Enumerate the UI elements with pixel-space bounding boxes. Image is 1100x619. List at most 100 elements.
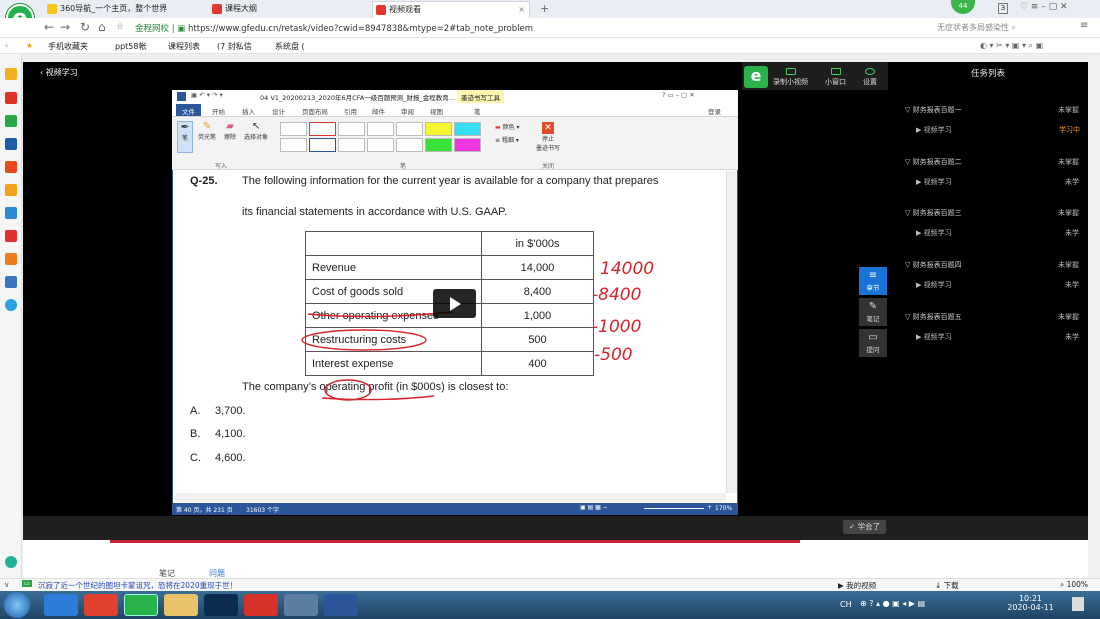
pen-swatch-yellow[interactable] — [425, 122, 452, 136]
tab-layout[interactable]: 页面布局 — [302, 106, 328, 116]
add-icon[interactable] — [5, 556, 17, 568]
pen-swatch[interactable] — [309, 122, 336, 136]
favorites-icon[interactable] — [5, 68, 17, 80]
tab-mailings[interactable]: 邮件 — [372, 106, 385, 116]
horizontal-scrollbar[interactable] — [176, 493, 726, 502]
pen-swatch[interactable] — [396, 122, 423, 136]
tab-home[interactable]: 开始 — [212, 106, 225, 116]
calculator-taskbar-icon[interactable] — [284, 594, 318, 616]
pen-swatch[interactable] — [367, 122, 394, 136]
search-box[interactable]: 无症状者多局感染性 ⌕ — [937, 22, 1016, 33]
pen-swatch-magenta[interactable] — [454, 138, 481, 152]
option-c[interactable]: C. 4,600. — [190, 452, 246, 464]
reload-icon[interactable]: ↻ — [80, 20, 90, 34]
word-taskbar-icon[interactable] — [324, 594, 358, 616]
system-clock[interactable]: 10:21 2020-04-11 — [1003, 594, 1058, 612]
pen-swatch-cyan[interactable] — [454, 122, 481, 136]
mini-window-button[interactable]: 小窗口 — [825, 68, 846, 87]
page-zoom[interactable]: ⌕ 100% — [1060, 580, 1088, 590]
weibo-icon[interactable] — [5, 92, 17, 104]
bookmark-mobile[interactable]: 手机收藏夹 — [48, 41, 88, 52]
thickness-menu[interactable]: ≡ 粗细 ▾ — [495, 135, 519, 144]
shop-icon[interactable] — [5, 184, 17, 196]
badge-counter[interactable]: 44 — [951, 0, 975, 14]
start-button[interactable] — [4, 592, 30, 618]
forward-arrow-icon[interactable]: → — [60, 20, 70, 34]
option-b[interactable]: B. 4,100. — [190, 428, 246, 440]
back-arrow-icon[interactable]: ← — [44, 20, 54, 34]
color-menu[interactable]: ▬ 颜色 ▾ — [495, 122, 520, 131]
ask-button[interactable]: ▭ 提问 — [859, 329, 887, 357]
photoshop-taskbar-icon[interactable] — [204, 594, 238, 616]
tab-review[interactable]: 审阅 — [401, 106, 414, 116]
app2-icon[interactable] — [5, 276, 17, 288]
chapter-1[interactable]: ▽ 财务报表百题一 — [905, 105, 962, 115]
search-icon[interactable]: ⌕ — [1012, 23, 1016, 32]
360-taskbar-icon[interactable] — [124, 594, 158, 616]
tab-360-nav[interactable]: 360导航_一个主页，整个世界 — [44, 1, 179, 18]
pen-swatch[interactable] — [338, 138, 365, 152]
tab-insert[interactable]: 插入 — [242, 106, 255, 116]
input-method[interactable]: CH — [840, 600, 852, 609]
pay-icon[interactable] — [5, 299, 17, 311]
chapters-button[interactable]: ≡ 章节 — [859, 267, 887, 295]
favorites-star-icon[interactable]: ★ — [26, 41, 33, 50]
close-tab-icon[interactable]: × — [518, 2, 525, 18]
settings-button[interactable]: 设置 — [863, 68, 877, 87]
notes-button[interactable]: ✎ 笔记 — [859, 298, 887, 326]
bookmark-ppt58[interactable]: ppt58帐 — [115, 41, 146, 52]
menu-icon[interactable]: ≡ — [1080, 20, 1088, 31]
download-link[interactable]: ↓ 下载 — [935, 580, 959, 591]
tool-icon[interactable] — [5, 161, 17, 173]
window-controls[interactable]: ♡ ≡ – ▢ ✕ — [1020, 2, 1068, 12]
pen-swatch[interactable] — [338, 122, 365, 136]
pen-swatch[interactable] — [396, 138, 423, 152]
bookmark-system-disk[interactable]: 系统盘 ( — [275, 41, 305, 52]
chapter-3[interactable]: ▽ 财务报表百题三 — [905, 208, 962, 218]
tab-view[interactable]: 视图 — [430, 106, 443, 116]
pen-swatch-green[interactable] — [425, 138, 452, 152]
my-video-link[interactable]: ▶ 我的视频 — [838, 580, 876, 591]
chrome-taskbar-icon[interactable] — [84, 594, 118, 616]
news-ticker[interactable]: 沉寂了近一个世纪的图坦卡蒙诅咒，恐将在2020重现于世！ — [38, 580, 237, 591]
select-objects-button[interactable]: ↖ 选择对象 — [244, 121, 268, 141]
stop-inking-button[interactable]: ✕ 停止 墨迹书写 — [534, 122, 562, 152]
pen-swatch[interactable] — [367, 138, 394, 152]
learned-button[interactable]: ✓ 学会了 — [843, 520, 886, 534]
url-field[interactable]: 金程网校 | ▣ https://www.gfedu.cn/retask/vid… — [135, 22, 533, 34]
tab-video-watch[interactable]: 视频观看 × — [372, 1, 530, 18]
bookmark-messages[interactable]: (7 封私信 — [217, 41, 252, 52]
ie-taskbar-icon[interactable] — [44, 594, 78, 616]
eraser-button[interactable]: ▰ 擦除 — [224, 121, 236, 141]
bookmark-star-icon[interactable]: ☆ — [116, 22, 124, 32]
app-taskbar-icon[interactable] — [244, 594, 278, 616]
chapter-4[interactable]: ▽ 财务报表百题四 — [905, 260, 962, 270]
tab-course-outline[interactable]: 课程大纲 — [209, 1, 369, 18]
pen-swatch[interactable] — [280, 122, 307, 136]
new-tab-button[interactable]: + — [540, 2, 549, 15]
news-icon[interactable] — [5, 138, 17, 150]
sidebar-toggle-icon[interactable]: ‹ — [5, 41, 8, 50]
chapter-4-video[interactable]: ▶ 视频学习 — [916, 280, 952, 290]
pen-swatch-selected[interactable] — [309, 138, 336, 152]
video-icon[interactable] — [5, 230, 17, 242]
chapter-2[interactable]: ▽ 财务报表百题二 — [905, 157, 962, 167]
bookmark-course-list[interactable]: 课程列表 — [168, 41, 200, 52]
notification-icon[interactable] — [1072, 597, 1084, 611]
pen-swatch[interactable] — [280, 138, 307, 152]
play-button[interactable] — [433, 289, 476, 318]
tab-count[interactable]: 3 — [998, 3, 1008, 14]
record-video-button[interactable]: 录制小视频 — [773, 68, 808, 87]
zoom-in-icon[interactable]: + — [707, 504, 712, 511]
view-buttons[interactable]: ▣ ▤ ▦ − — [580, 504, 608, 511]
quick-access-icons[interactable]: ▣ ↶ ▾ ↷ ▾ — [191, 91, 223, 99]
pen-tool-button[interactable]: ✒ 笔 — [177, 121, 193, 153]
chapter-2-video[interactable]: ▶ 视频学习 — [916, 177, 952, 187]
tab-design[interactable]: 设计 — [272, 106, 285, 116]
toolbar-extensions[interactable]: ◐ ▾ ✂ ▾ ▣ ▾ ⌕ ▣ — [980, 41, 1043, 51]
news-toggle-icon[interactable]: ∨ — [4, 580, 10, 589]
app-icon[interactable] — [5, 253, 17, 265]
tray-icons[interactable]: ⊕ ? ▴ ● ▣ ◂ ▶ ▤ — [860, 599, 925, 608]
chapter-1-video[interactable]: ▶ 视频学习 — [916, 125, 952, 135]
login-link[interactable]: 登录 — [708, 106, 721, 116]
